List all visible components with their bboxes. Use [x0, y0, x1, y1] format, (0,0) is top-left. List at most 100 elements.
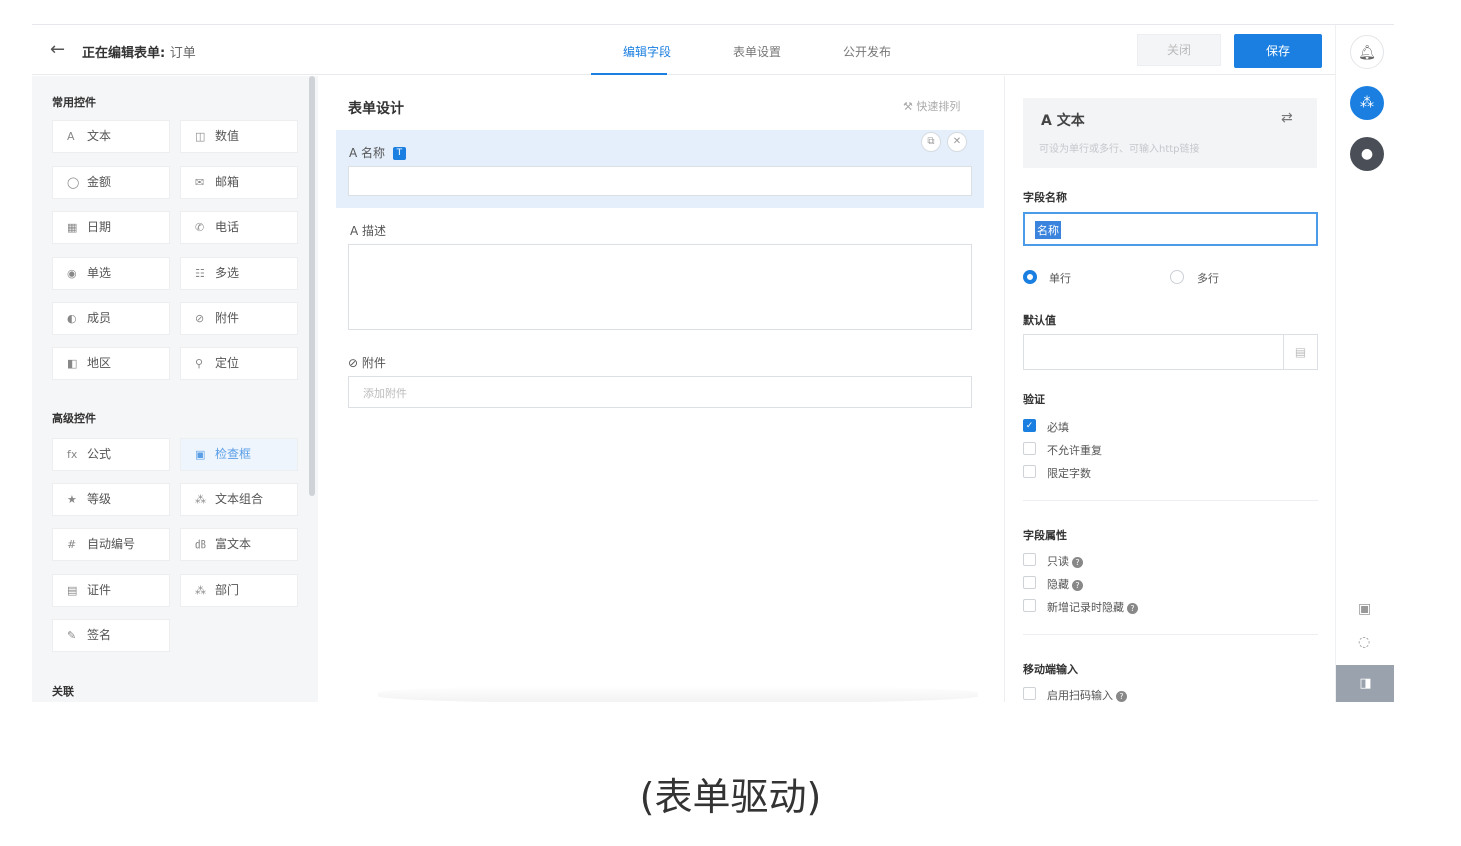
- scan-input-checkbox[interactable]: [1023, 687, 1036, 700]
- control-department[interactable]: ⁂ 部门: [180, 574, 298, 607]
- close-button[interactable]: 关闭: [1137, 34, 1221, 66]
- advanced-controls-heading: 高级控件: [52, 412, 96, 425]
- field-name-input-preview[interactable]: [348, 166, 972, 196]
- text-icon: A: [67, 130, 75, 143]
- control-label: 定位: [215, 356, 240, 370]
- copy-icon[interactable]: ⧉: [921, 132, 941, 152]
- field-type-card: A 文本 ⇄ 可设为单行或多行、可输入http链接: [1023, 98, 1317, 168]
- control-label: 附件: [215, 311, 240, 325]
- control-label: 签名: [87, 628, 112, 642]
- chat-icon[interactable]: ◌: [1358, 634, 1370, 650]
- selected-field-name[interactable]: ⧉ ✕ A 名称 T: [336, 130, 984, 208]
- control-region[interactable]: ◧ 地区: [52, 347, 170, 380]
- text-type-icon: A: [349, 146, 358, 160]
- help-icon[interactable]: ?: [1072, 556, 1083, 568]
- readonly-checkbox[interactable]: [1023, 553, 1036, 566]
- switch-type-icon[interactable]: ⇄: [1281, 110, 1293, 126]
- control-label: 电话: [215, 220, 240, 234]
- email-icon: ✉: [195, 176, 205, 189]
- field-description-textarea[interactable]: [348, 244, 972, 330]
- help-icon[interactable]: ?: [1116, 690, 1127, 702]
- hide-on-create-checkbox[interactable]: [1023, 599, 1036, 612]
- control-text-combo[interactable]: ⁂ 文本组合: [180, 483, 298, 516]
- char-limit-checkbox[interactable]: [1023, 465, 1036, 478]
- control-label: 文本: [87, 129, 112, 143]
- control-rich-text[interactable]: ㏈富文本: [180, 528, 298, 561]
- common-controls-heading: 常用控件: [52, 96, 96, 109]
- control-attachment[interactable]: ⊘ 附件: [180, 302, 298, 335]
- radio-icon: ◉: [67, 267, 77, 280]
- field-label-text: 附件: [361, 356, 386, 370]
- delete-icon[interactable]: ✕: [947, 132, 967, 152]
- field-attachment-input[interactable]: 添加附件: [348, 376, 972, 408]
- tab-edit-fields[interactable]: 编辑字段: [591, 25, 702, 75]
- quick-arrange-button[interactable]: ⚒ 快速排列: [903, 98, 960, 114]
- control-formula[interactable]: fx 公式: [52, 438, 170, 471]
- formula-icon: fx: [67, 448, 78, 461]
- control-multi-select[interactable]: ☷ 多选: [180, 257, 298, 290]
- add-attachment-placeholder: 添加附件: [363, 387, 407, 400]
- field-description-label: A 描述: [350, 222, 386, 239]
- related-controls-heading: 关联: [52, 685, 74, 698]
- palette-scrollbar[interactable]: [309, 76, 315, 496]
- control-member[interactable]: ◐ 成员: [52, 302, 170, 335]
- control-label: 自动编号: [87, 537, 136, 551]
- default-value-heading: 默认值: [1023, 314, 1056, 327]
- required-checkbox[interactable]: ✓: [1023, 419, 1036, 432]
- hidden-text: 隐藏: [1047, 578, 1069, 591]
- control-auto-number[interactable]: # 自动编号: [52, 528, 170, 561]
- field-name-input[interactable]: 名称: [1023, 212, 1318, 246]
- control-label: 地区: [87, 356, 112, 370]
- control-label: 部门: [215, 583, 240, 597]
- hidden-checkbox[interactable]: [1023, 576, 1036, 589]
- control-rating[interactable]: ★ 等级: [52, 483, 170, 516]
- control-label: 检查框: [215, 447, 252, 461]
- app-logo-icon[interactable]: ⁂: [1350, 86, 1384, 120]
- field-name-heading: 字段名称: [1023, 191, 1067, 204]
- control-amount[interactable]: ◯ 金额: [52, 166, 170, 199]
- layout-toggle-icon[interactable]: ◨: [1336, 665, 1394, 702]
- field-label-text: 描述: [362, 224, 387, 238]
- right-rail: 🔔︎ ⁂ ● ▣ ◌ ◨: [1335, 25, 1394, 702]
- tab-form-settings[interactable]: 表单设置: [702, 25, 812, 75]
- form-design-title: 表单设计: [348, 101, 404, 117]
- control-date[interactable]: ▦ 日期: [52, 211, 170, 244]
- formula-editor-icon[interactable]: ▤: [1283, 335, 1317, 369]
- back-arrow-icon[interactable]: ←: [50, 39, 65, 60]
- app-screenshot: ← 正在编辑表单: 订单 编辑字段 表单设置 公开发布 关闭 保存 常用控件 A…: [32, 24, 1394, 702]
- no-duplicate-checkbox[interactable]: [1023, 442, 1036, 455]
- control-label: 成员: [87, 311, 112, 325]
- hidden-label: 隐藏?: [1047, 576, 1083, 592]
- help-icon[interactable]: ?: [1127, 602, 1138, 614]
- control-single-select[interactable]: ◉ 单选: [52, 257, 170, 290]
- control-phone[interactable]: ✆ 电话: [180, 211, 298, 244]
- control-label: 邮箱: [215, 175, 240, 189]
- control-location[interactable]: ⚲ 定位: [180, 347, 298, 380]
- page-title-prefix: 正在编辑表单:: [82, 46, 166, 61]
- default-value-input[interactable]: ▤: [1023, 334, 1318, 370]
- top-bar: ← 正在编辑表单: 订单 编辑字段 表单设置 公开发布 关闭 保存: [32, 25, 1335, 75]
- control-label: 金额: [87, 175, 112, 189]
- multi-line-radio[interactable]: [1170, 270, 1184, 284]
- single-line-radio[interactable]: [1023, 270, 1037, 284]
- quick-arrange-label: 快速排列: [916, 100, 961, 113]
- control-number[interactable]: ◫ 数值: [180, 120, 298, 153]
- control-id-card[interactable]: ▤ 证件: [52, 574, 170, 607]
- document-icon[interactable]: ▣: [1358, 601, 1371, 617]
- hide-on-create-label: 新增记录时隐藏?: [1047, 599, 1138, 615]
- notification-icon[interactable]: ●: [1350, 137, 1384, 171]
- tab-publish[interactable]: 公开发布: [812, 25, 922, 75]
- id-card-icon: ▤: [67, 584, 78, 597]
- field-attachment-label: ⊘ 附件: [348, 354, 386, 371]
- hash-icon: #: [67, 538, 77, 551]
- field-type-name: 文本: [1056, 113, 1085, 129]
- control-email[interactable]: ✉ 邮箱: [180, 166, 298, 199]
- save-button[interactable]: 保存: [1234, 34, 1322, 68]
- help-icon[interactable]: ?: [1072, 579, 1083, 591]
- control-checkbox[interactable]: ▣ 检查框: [180, 438, 298, 471]
- control-text[interactable]: A 文本: [52, 120, 170, 153]
- text-type-icon: A: [350, 224, 359, 238]
- bell-icon[interactable]: 🔔︎: [1350, 35, 1384, 69]
- control-signature[interactable]: ✎ 签名: [52, 619, 170, 652]
- field-properties-panel: A 文本 ⇄ 可设为单行或多行、可输入http链接 字段名称 名称 单行 多行 …: [1004, 76, 1335, 702]
